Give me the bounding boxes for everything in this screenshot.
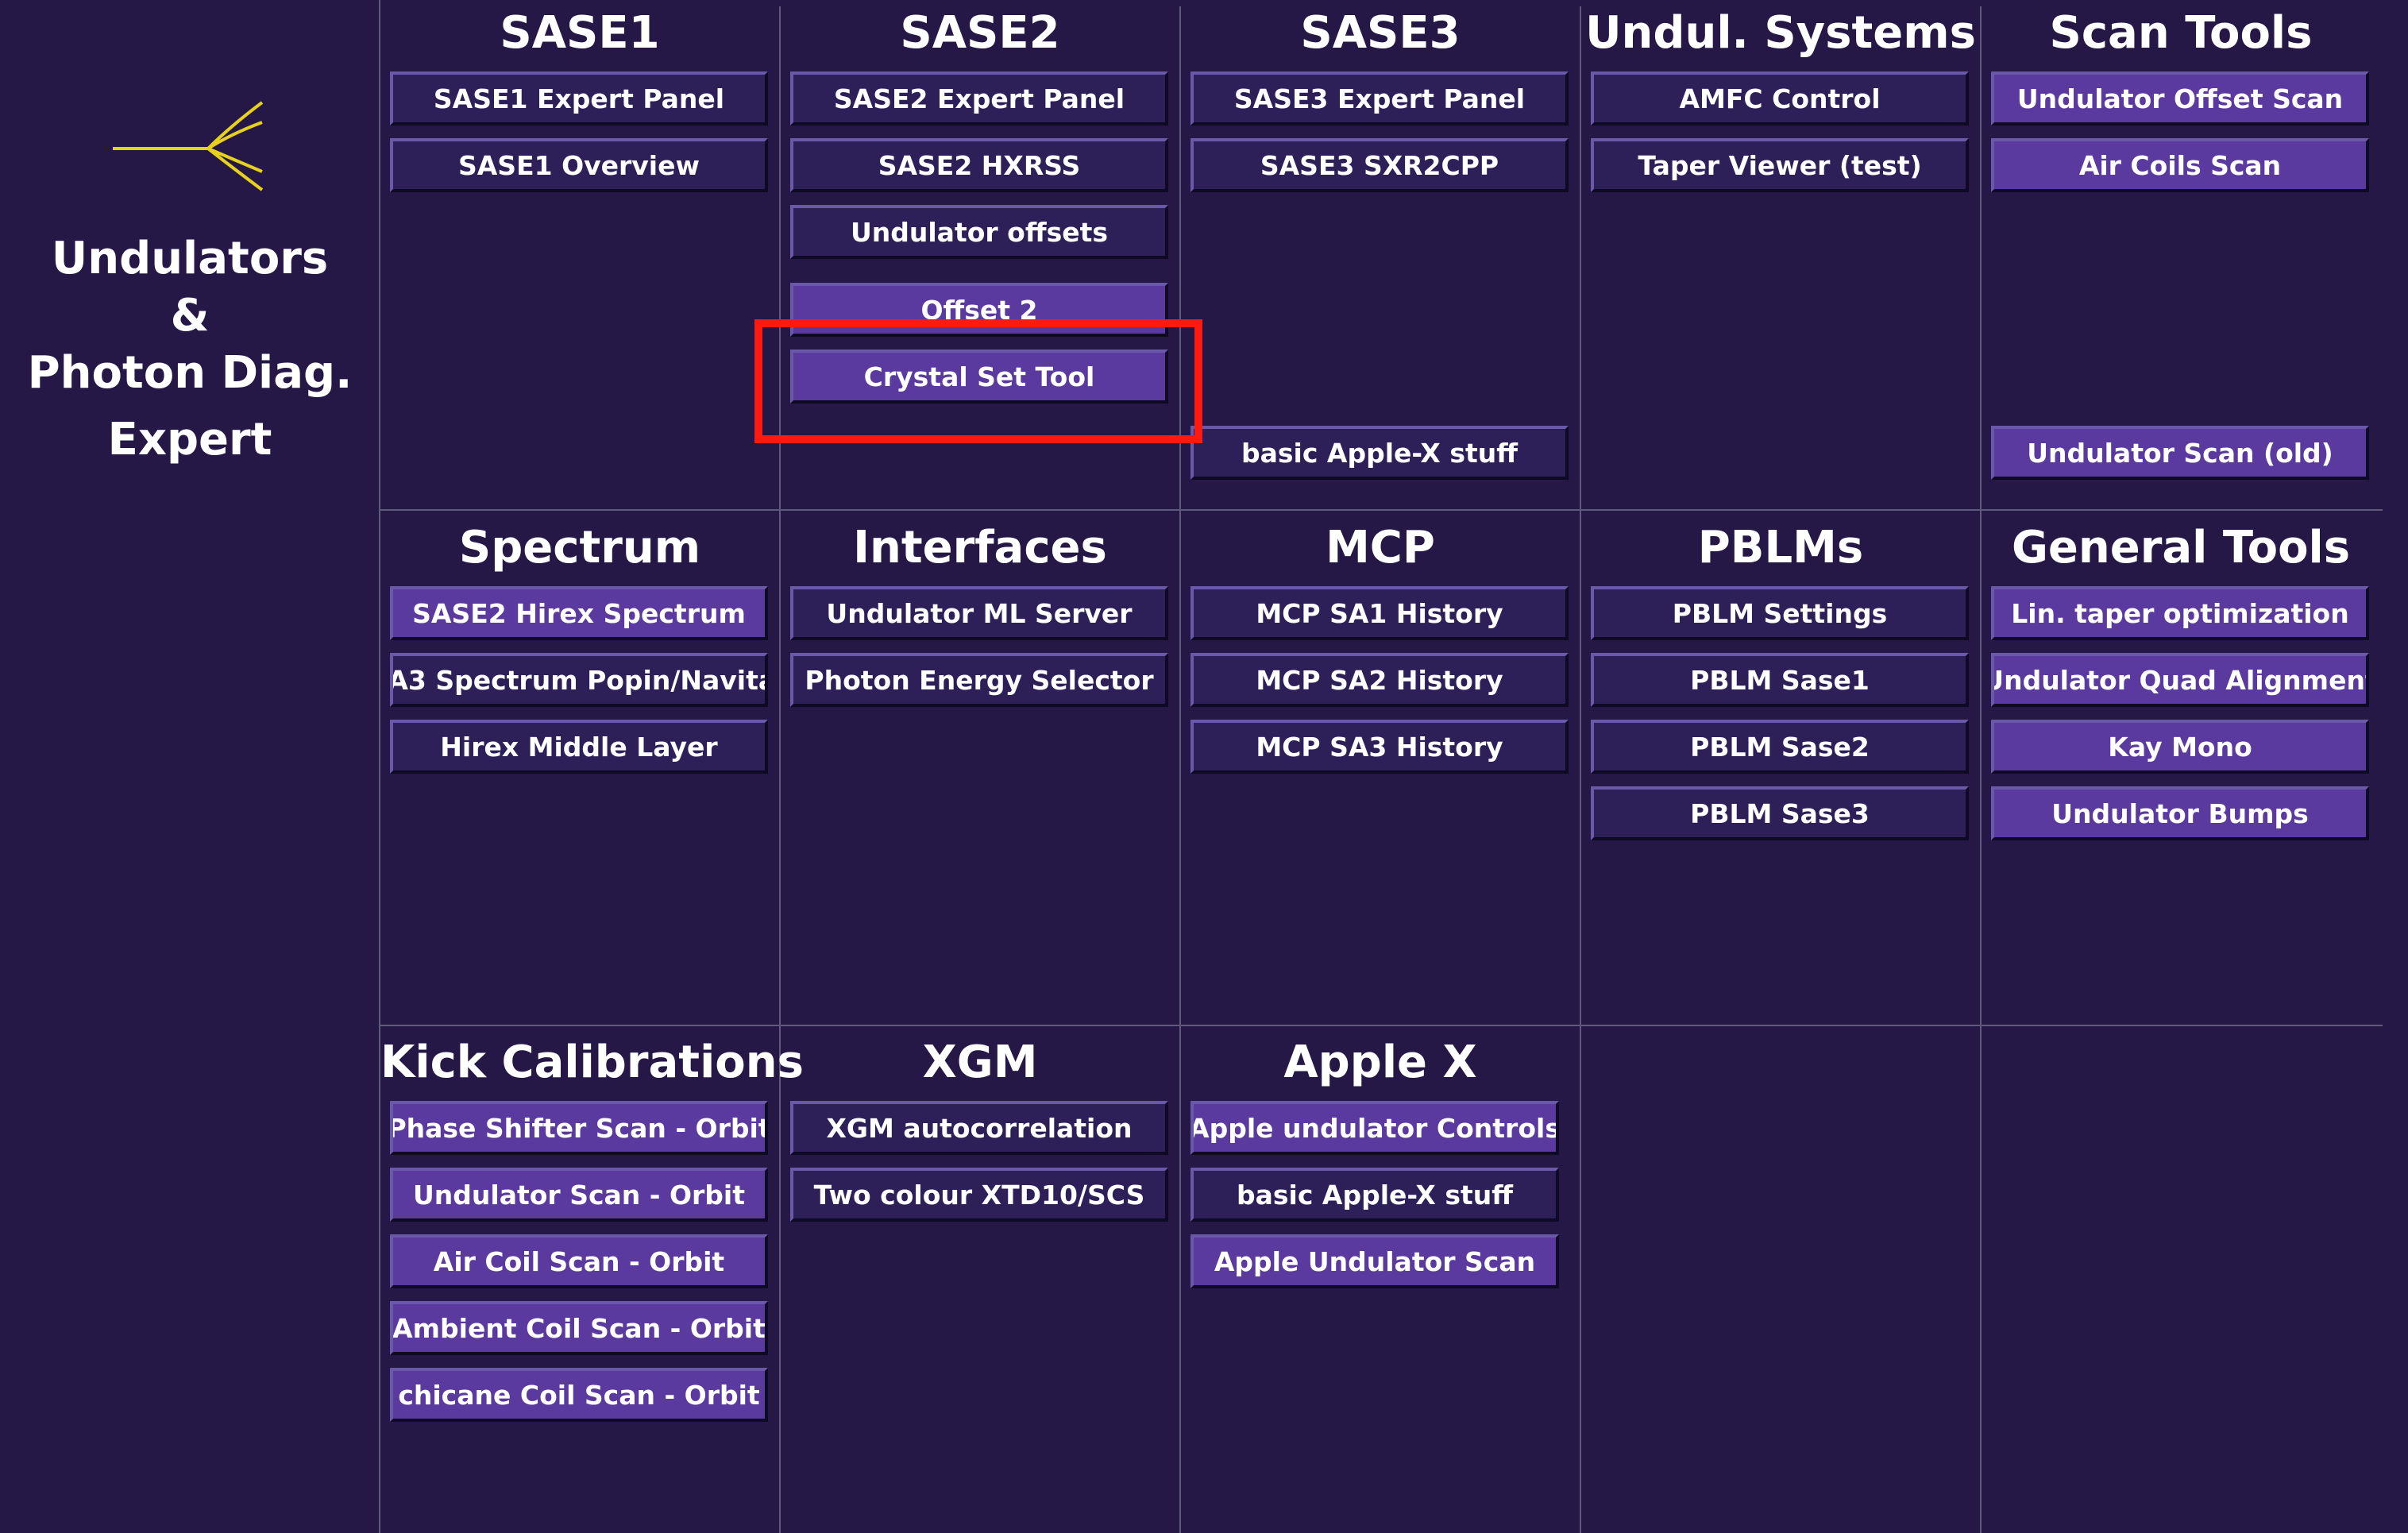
pblm-sase3-button[interactable]: PBLM Sase3 (1591, 786, 1969, 840)
photon-energy-selector-button[interactable]: Photon Energy Selector (790, 653, 1168, 707)
sase2-expert-panel-button[interactable]: SASE2 Expert Panel (790, 71, 1168, 125)
lin-taper-optimization-button[interactable]: Lin. taper optimization (1991, 586, 2369, 640)
undulator-quad-alignment-button[interactable]: Undulator Quad Alignment (1991, 653, 2369, 707)
undulator-offset-scan-button[interactable]: Undulator Offset Scan (1991, 71, 2369, 125)
hirex-middle-layer-button[interactable]: Hirex Middle Layer (390, 720, 768, 774)
sa3-spectrum-popin-button[interactable]: SA3 Spectrum Popin/Navitar (390, 653, 768, 707)
pblm-settings-button[interactable]: PBLM Settings (1591, 586, 1969, 640)
section-title-sase3: SASE3 (1300, 7, 1461, 59)
offset-2-button[interactable]: Offset 2 (790, 283, 1168, 337)
chicane-coil-scan-orbit-button[interactable]: chicane Coil Scan - Orbit (390, 1368, 768, 1422)
section-title-general-tools: General Tools (2011, 522, 2351, 573)
section-title-sase2: SASE2 (900, 7, 1060, 59)
section-title-apple-x: Apple X (1283, 1037, 1477, 1088)
sase3-sxr2cpp-button[interactable]: SASE3 SXR2CPP (1190, 138, 1569, 192)
apple-undulator-controls-button[interactable]: Apple undulator Controls (1190, 1101, 1559, 1155)
section-title-spectrum: Spectrum (458, 522, 701, 573)
sase3-expert-panel-button[interactable]: SASE3 Expert Panel (1190, 71, 1569, 125)
grid-divider (1179, 6, 1181, 1533)
page-title-line: Expert (107, 414, 272, 465)
amfc-control-button[interactable]: AMFC Control (1591, 71, 1969, 125)
grid-divider (379, 0, 380, 1533)
section-title-interfaces: Interfaces (853, 522, 1107, 573)
undulator-scan-old-button[interactable]: Undulator Scan (old) (1991, 426, 2369, 480)
sase1-expert-panel-button[interactable]: SASE1 Expert Panel (390, 71, 768, 125)
page-title-line: Undulators (51, 233, 329, 284)
pblm-sase1-button[interactable]: PBLM Sase1 (1591, 653, 1969, 707)
section-title-sase1: SASE1 (500, 7, 660, 59)
section-title-scan-tools: Scan Tools (2049, 7, 2313, 59)
phase-shifter-scan-orbit-button[interactable]: Phase Shifter Scan - Orbit (390, 1101, 768, 1155)
taper-viewer-button[interactable]: Taper Viewer (test) (1591, 138, 1969, 192)
undulator-bumps-button[interactable]: Undulator Bumps (1991, 786, 2369, 840)
grid-divider (379, 1025, 2383, 1026)
xgm-autocorrelation-button[interactable]: XGM autocorrelation (790, 1101, 1168, 1155)
undulator-scan-orbit-button[interactable]: Undulator Scan - Orbit (390, 1168, 768, 1222)
page-title: Undulators & Photon Diag. Expert (0, 230, 380, 469)
crystal-set-tool-button[interactable]: Crystal Set Tool (790, 349, 1168, 404)
air-coil-scan-orbit-button[interactable]: Air Coil Scan - Orbit (390, 1234, 768, 1288)
section-title-mcp: MCP (1326, 522, 1435, 573)
undulator-ml-server-button[interactable]: Undulator ML Server (790, 586, 1168, 640)
undulator-branch-icon (113, 101, 264, 191)
basic-apple-x-stuff-button[interactable]: basic Apple-X stuff (1190, 426, 1569, 480)
page-title-line: & (170, 290, 210, 342)
sase2-hxrss-button[interactable]: SASE2 HXRSS (790, 138, 1168, 192)
grid-divider (1980, 6, 1982, 1533)
mcp-sa2-history-button[interactable]: MCP SA2 History (1190, 653, 1569, 707)
undulator-offsets-button[interactable]: Undulator offsets (790, 205, 1168, 259)
kay-mono-button[interactable]: Kay Mono (1991, 720, 2369, 774)
grid-divider (379, 509, 2383, 511)
section-title-xgm: XGM (922, 1037, 1038, 1088)
section-title-undul-systems: Undul. Systems (1585, 7, 1976, 59)
two-colour-xtd10-scs-button[interactable]: Two colour XTD10/SCS (790, 1168, 1168, 1222)
sase2-hirex-spectrum-button[interactable]: SASE2 Hirex Spectrum (390, 586, 768, 640)
air-coils-scan-button[interactable]: Air Coils Scan (1991, 138, 2369, 192)
section-title-pblms: PBLMs (1697, 522, 1864, 573)
page-title-line: Photon Diag. (27, 347, 353, 399)
ambient-coil-scan-orbit-button[interactable]: Ambient Coil Scan - Orbit (390, 1301, 768, 1355)
sase1-overview-button[interactable]: SASE1 Overview (390, 138, 768, 192)
section-title-kick-calibrations: Kick Calibrations (380, 1037, 804, 1088)
grid-divider (779, 6, 781, 1533)
apple-undulator-scan-button[interactable]: Apple Undulator Scan (1190, 1234, 1559, 1288)
mcp-sa1-history-button[interactable]: MCP SA1 History (1190, 586, 1569, 640)
sidebar: Undulators & Photon Diag. Expert (0, 0, 380, 1533)
basic-apple-x-stuff-button-2[interactable]: basic Apple-X stuff (1190, 1168, 1559, 1222)
pblm-sase2-button[interactable]: PBLM Sase2 (1591, 720, 1969, 774)
mcp-sa3-history-button[interactable]: MCP SA3 History (1190, 720, 1569, 774)
grid-divider (1580, 6, 1581, 1533)
